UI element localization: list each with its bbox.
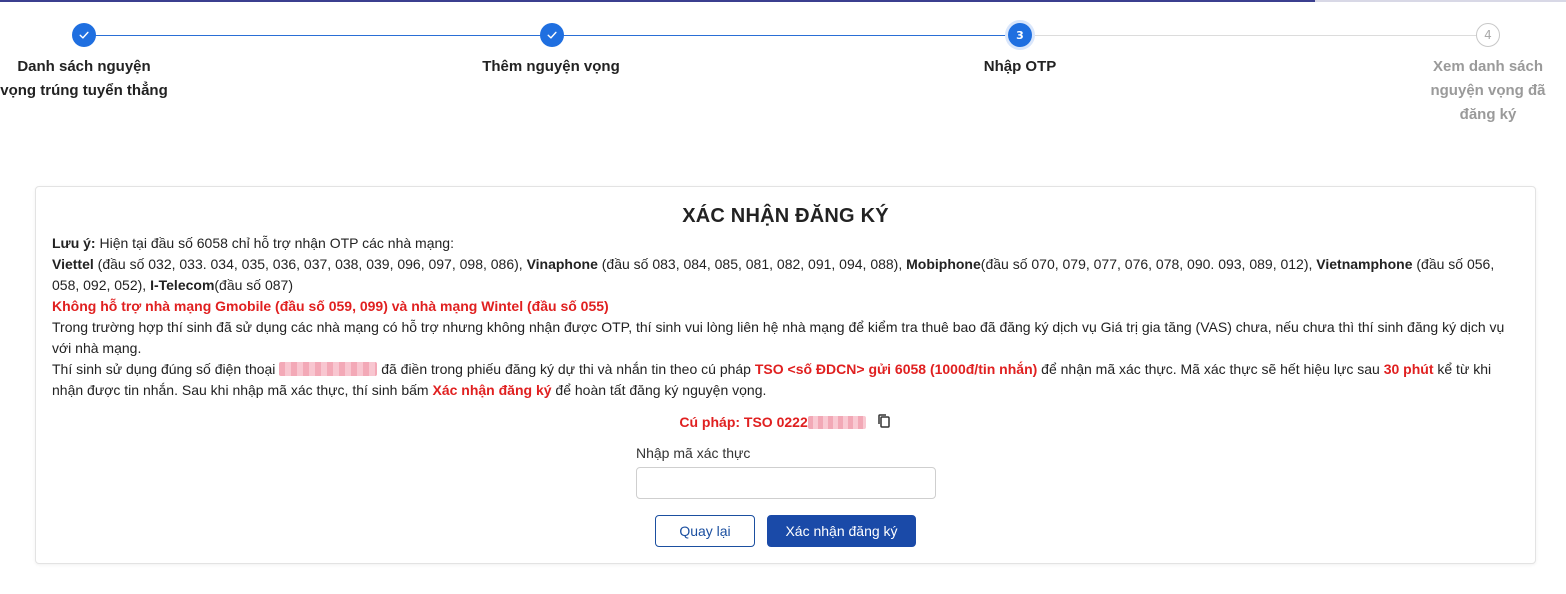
step-3-circle: 3 [1008,23,1032,47]
confirm-button-reference: Xác nhận đăng ký [432,382,552,398]
sms-syntax: TSO <số ĐDCN> gửi 6058 (1000đ/tin nhắn) [754,361,1038,377]
confirm-registration-button[interactable]: Xác nhận đăng ký [767,515,916,547]
step-4-circle: 4 [1476,23,1500,47]
vas-note: Trong trường hợp thí sinh đã sử dụng các… [52,319,1505,356]
instr-text: để nhận mã xác thực. Mã xác thực sẽ hết … [1037,361,1384,377]
back-button[interactable]: Quay lại [655,515,755,547]
copy-icon[interactable] [876,413,892,429]
redacted-phone-number [279,362,378,376]
syntax-row: Cú pháp: TSO 0222 [36,413,1535,430]
instr-text: đã điền trong phiếu đăng ký dự thi và nh… [377,361,755,377]
notes-section: Lưu ý: Hiện tại đầu số 6058 chỉ hỗ trợ n… [52,233,1522,401]
carriers-line: Viettel (đầu số 032, 033. 034, 035, 036,… [52,254,1522,296]
carrier-prefixes: (đầu số 070, 079, 077, 076, 078, 090. 09… [980,256,1313,272]
instr-text: để hoàn tất đăng ký nguyện vọng. [551,382,767,398]
carrier-name: Vinaphone [526,256,598,272]
carrier-prefixes: (đầu số 083, 084, 085, 081, 082, 091, 09… [597,256,907,272]
progress-stepper: 3 4 Danh sách nguyện vọng trúng tuyển th… [0,0,1566,140]
otp-input[interactable] [636,467,936,499]
carrier-name: Mobiphone [906,256,981,272]
step-2-label: Thêm nguyện vọng [482,58,620,75]
card-title: XÁC NHẬN ĐĂNG KÝ [682,205,889,227]
redacted-id-number [807,416,866,429]
carrier-prefixes: (đầu số 032, 033. 034, 035, 036, 037, 03… [93,256,527,272]
check-icon [79,31,89,39]
carrier-name: Viettel [52,256,94,272]
carrier-prefixes: (đầu số 087) [214,277,293,293]
step-2-circle[interactable] [540,23,564,47]
step-1-circle[interactable] [72,23,96,47]
otp-label: Nhập mã xác thực [636,445,751,461]
expiry-time: 30 phút [1383,361,1434,377]
syntax-text: Cú pháp: TSO 0222 [679,414,808,430]
step-1-label: Danh sách nguyện vọng trúng tuyển thẳng [0,58,168,99]
instr-text: Thí sinh sử dụng đúng số điện thoại [52,361,280,377]
carrier-name: Vietnamphone [1316,256,1413,272]
carrier-name: I-Telecom [150,277,215,293]
note-text: Hiện tại đầu số 6058 chỉ hỗ trợ nhận OTP… [95,235,454,251]
otp-confirmation-card: XÁC NHẬN ĐĂNG KÝ Lưu ý: Hiện tại đầu số … [35,186,1536,564]
instructions: Thí sinh sử dụng đúng số điện thoại đã đ… [52,359,1522,401]
step-4-label: Xem danh sách nguyện vọng đã đăng ký [1430,58,1546,123]
step-3-label: Nhập OTP [983,58,1057,75]
unsupported-warning: Không hỗ trợ nhà mạng Gmobile (đầu số 05… [52,298,609,314]
stepper-line-pending [1020,35,1488,36]
note-line: Lưu ý: Hiện tại đầu số 6058 chỉ hỗ trợ n… [52,233,1522,254]
note-label: Lưu ý: [52,235,96,251]
check-icon [547,31,557,39]
